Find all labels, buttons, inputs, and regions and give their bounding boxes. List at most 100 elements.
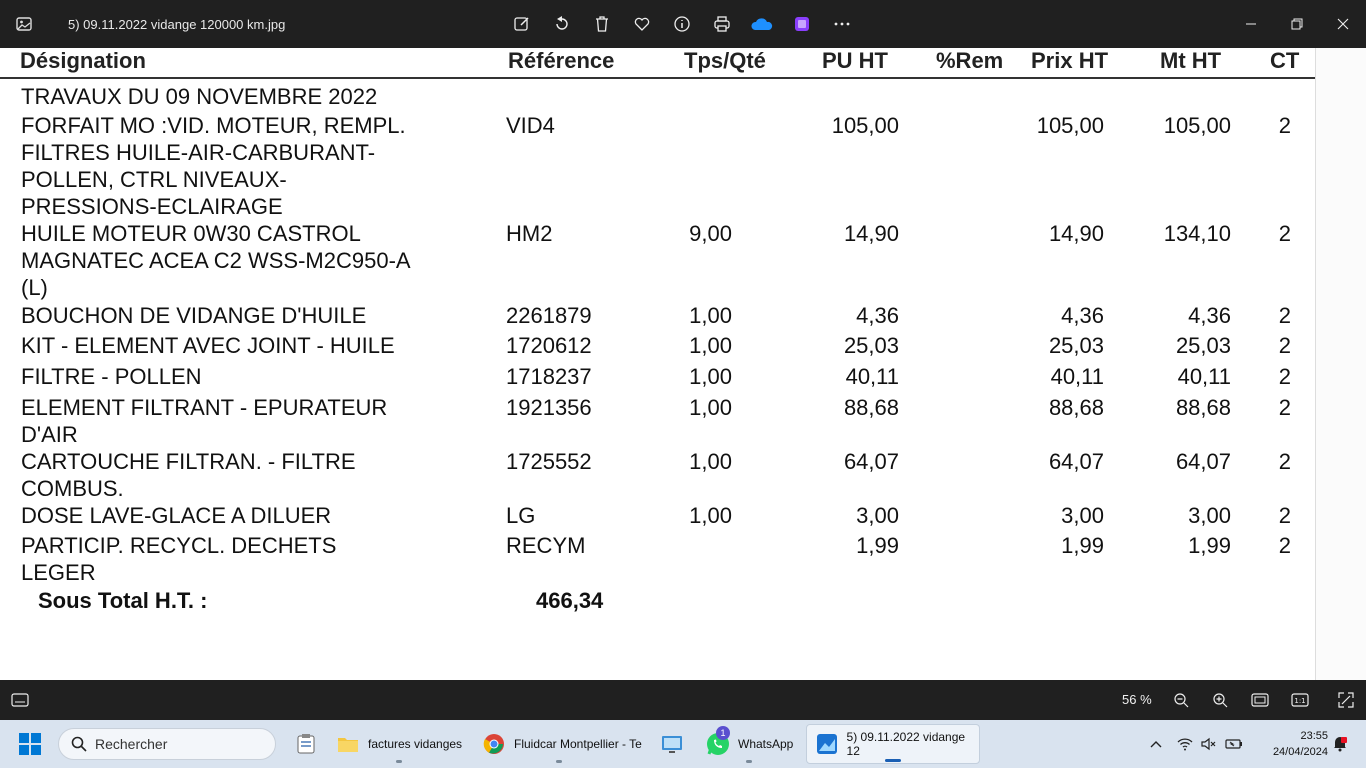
whatsapp-icon: 1 bbox=[706, 726, 730, 756]
system-tray bbox=[1140, 720, 1248, 768]
remote-desktop-icon bbox=[660, 732, 684, 756]
item-designation: FILTRES HUILE-AIR-CARBURANT- bbox=[21, 140, 376, 165]
zoom-out-icon[interactable] bbox=[1169, 688, 1193, 712]
wifi-icon[interactable] bbox=[1172, 737, 1198, 751]
item-ct: 2 bbox=[1278, 303, 1291, 328]
taskbar-item-label: factures vidanges bbox=[368, 737, 463, 751]
photos-app-icon bbox=[0, 0, 48, 48]
taskbar-item-file-explorer[interactable]: factures vidanges bbox=[328, 724, 470, 764]
running-indicator bbox=[556, 760, 562, 763]
taskbar-item-label: WhatsApp bbox=[738, 737, 794, 751]
item-unit-price: 40,11 bbox=[845, 364, 899, 389]
photos-icon bbox=[815, 732, 839, 756]
item-reference: VID4 bbox=[506, 113, 555, 138]
item-designation: LEGER bbox=[21, 560, 96, 585]
header-rem: %Rem bbox=[936, 48, 1004, 73]
header-designation: Désignation bbox=[20, 48, 146, 73]
item-designation: (L) bbox=[21, 275, 48, 300]
taskbar-search[interactable]: Rechercher bbox=[58, 728, 276, 760]
taskbar-remote-app[interactable] bbox=[652, 724, 692, 764]
notification-badge: 1 bbox=[716, 726, 730, 740]
item-ct: 2 bbox=[1278, 113, 1291, 138]
item-designation: COMBUS. bbox=[21, 476, 124, 501]
item-unit-price: 25,03 bbox=[843, 333, 899, 358]
clipboard-app-icon bbox=[294, 732, 318, 756]
clock-date: 24/04/2024 bbox=[1272, 746, 1328, 758]
taskbar: Rechercher factures vidanges Fluidcar Mo… bbox=[0, 720, 1366, 768]
item-reference: RECYM bbox=[506, 533, 586, 558]
delete-icon[interactable] bbox=[582, 0, 622, 48]
fit-to-window-icon[interactable] bbox=[1248, 688, 1272, 712]
item-ct: 2 bbox=[1278, 333, 1291, 358]
favorite-icon[interactable] bbox=[622, 0, 662, 48]
item-designation: FORFAIT MO :VID. MOTEUR, REMPL. bbox=[21, 113, 406, 138]
item-unit-price: 4,36 bbox=[856, 303, 899, 328]
print-icon[interactable] bbox=[702, 0, 742, 48]
taskbar-item-chrome[interactable]: Fluidcar Montpellier - Te bbox=[474, 724, 644, 764]
item-designation: DOSE LAVE-GLACE A DILUER bbox=[21, 503, 332, 528]
filmstrip-icon[interactable] bbox=[8, 688, 32, 712]
item-unit-price: 3,00 bbox=[856, 503, 899, 528]
item-unit-price: 64,07 bbox=[843, 449, 899, 474]
header-pu-ht: PU HT bbox=[822, 48, 888, 73]
onedrive-icon[interactable] bbox=[742, 0, 782, 48]
actual-size-icon[interactable]: 1:1 bbox=[1288, 688, 1312, 712]
viewer-margin bbox=[1315, 48, 1366, 680]
notification-bell-icon[interactable] bbox=[1332, 734, 1348, 757]
header-ct: CT bbox=[1270, 48, 1300, 73]
more-icon[interactable] bbox=[822, 0, 862, 48]
viewer-statusbar: 56 % 1:1 bbox=[0, 680, 1366, 720]
edit-icon[interactable] bbox=[502, 0, 542, 48]
item-unit-price: 14,90 bbox=[843, 221, 899, 246]
taskbar-item-photos[interactable]: 5) 09.11.2022 vidange 12 bbox=[806, 724, 980, 764]
item-ct: 2 bbox=[1278, 221, 1291, 246]
item-ct: 2 bbox=[1278, 395, 1291, 420]
item-designation: MAGNATEC ACEA C2 WSS-M2C950-A bbox=[21, 248, 411, 273]
header-prix-ht: Prix HT bbox=[1031, 48, 1109, 73]
item-ct: 2 bbox=[1278, 364, 1291, 389]
item-ct: 2 bbox=[1278, 503, 1291, 528]
folder-icon bbox=[336, 732, 360, 756]
taskbar-item-whatsapp[interactable]: 1 WhatsApp bbox=[698, 724, 800, 764]
window-title: 5) 09.11.2022 vidange 120000 km.jpg bbox=[68, 16, 286, 32]
item-designation: FILTRE - POLLEN bbox=[21, 364, 202, 389]
chrome-icon bbox=[482, 732, 506, 756]
item-designation: BOUCHON DE VIDANGE D'HUILE bbox=[21, 303, 367, 328]
svg-text:1:1: 1:1 bbox=[1294, 697, 1305, 705]
close-icon[interactable] bbox=[1320, 0, 1366, 48]
item-ct: 2 bbox=[1278, 449, 1291, 474]
item-designation: HUILE MOTEUR 0W30 CASTROL bbox=[21, 221, 361, 246]
taskbar-notes-app[interactable] bbox=[286, 724, 326, 764]
item-unit-price: 105,00 bbox=[831, 113, 899, 138]
clipchamp-icon[interactable] bbox=[782, 0, 822, 48]
zoom-in-icon[interactable] bbox=[1208, 688, 1232, 712]
clock[interactable]: 23:55 24/04/2024 bbox=[1258, 728, 1328, 760]
subtotal-label: Sous Total H.T. : bbox=[38, 588, 208, 613]
item-ct: 2 bbox=[1278, 533, 1291, 558]
taskbar-item-label: 5) 09.11.2022 vidange 12 bbox=[846, 730, 966, 758]
item-designation: POLLEN, CTRL NIVEAUX- bbox=[21, 167, 287, 192]
header-tps-qte: Tps/Qté bbox=[684, 48, 766, 73]
header-mt-ht: Mt HT bbox=[1160, 48, 1222, 73]
minimize-icon[interactable] bbox=[1228, 0, 1274, 48]
item-reference: LG bbox=[506, 503, 536, 528]
volume-muted-icon[interactable] bbox=[1198, 737, 1220, 751]
windows-start-icon[interactable] bbox=[18, 732, 42, 756]
active-indicator bbox=[885, 759, 901, 762]
item-designation: D'AIR bbox=[21, 422, 78, 447]
header-rule bbox=[0, 77, 1315, 79]
running-indicator bbox=[746, 760, 752, 763]
image-viewer[interactable]: Désignation Référence Tps/Qté PU HT %Rem… bbox=[0, 48, 1366, 680]
battery-icon[interactable] bbox=[1220, 738, 1248, 750]
section-title: TRAVAUX DU 09 NOVEMBRE 2022 bbox=[21, 84, 378, 109]
fullscreen-icon[interactable] bbox=[1334, 688, 1358, 712]
item-designation: PARTICIP. RECYCL. DECHETS bbox=[21, 533, 337, 558]
taskbar-item-label: Fluidcar Montpellier - Te bbox=[514, 737, 642, 751]
item-designation: ELEMENT FILTRANT - EPURATEUR bbox=[21, 395, 388, 420]
restore-icon[interactable] bbox=[1274, 0, 1320, 48]
search-icon bbox=[71, 736, 87, 752]
info-icon[interactable] bbox=[662, 0, 702, 48]
rotate-icon[interactable] bbox=[542, 0, 582, 48]
chevron-up-icon[interactable] bbox=[1140, 740, 1172, 748]
subtotal-value: 466,34 bbox=[536, 588, 604, 613]
